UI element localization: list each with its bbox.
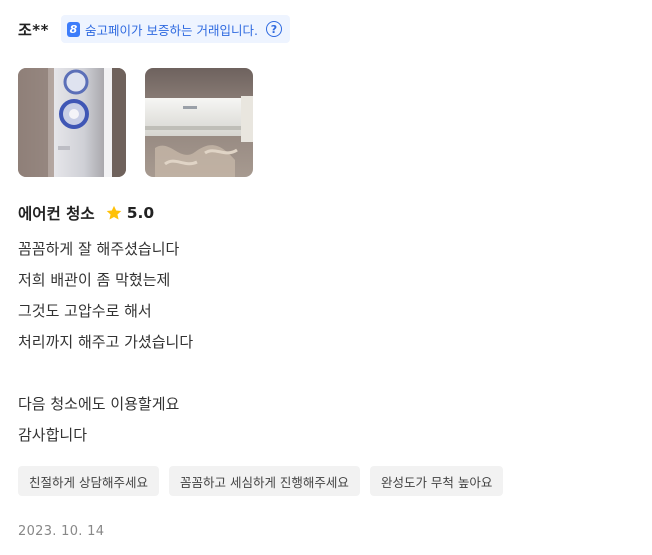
- help-icon[interactable]: ?: [265, 21, 282, 37]
- review-tags: 친절하게 상담해주세요 꼼꼼하고 세심하게 진행해주세요 완성도가 무척 높아요: [18, 466, 504, 496]
- review-line: 꼼꼼하게 잘 해주셨습니다: [18, 240, 180, 258]
- review-line: 감사합니다: [18, 426, 88, 444]
- soomgo-pay-logo-icon: 8: [67, 21, 80, 37]
- service-rating-line: 에어컨 청소 5.0: [18, 201, 154, 225]
- pay-guarantee-text: 숨고페이가 보증하는 거래입니다.: [85, 22, 258, 38]
- review-tag: 완성도가 무척 높아요: [369, 466, 504, 496]
- split-ac-photo-icon: [145, 68, 253, 177]
- review-line: 저희 배관이 좀 막혔는제: [18, 271, 171, 289]
- rating-value: 5.0: [126, 204, 155, 222]
- review-line: 그것도 고압수로 해서: [18, 302, 152, 320]
- review-text: 꼼꼼하게 잘 해주셨습니다 저희 배관이 좀 막혔는제 그것도 고압수로 해서 …: [18, 234, 618, 451]
- review-line: 처리까지 해주고 가셨습니다: [18, 333, 194, 351]
- review-photos: [18, 68, 253, 177]
- wall-ac-photo-icon: [18, 68, 126, 177]
- service-name: 에어컨 청소: [18, 205, 95, 223]
- review-blank-line: [18, 358, 618, 389]
- review-date: 2023. 10. 14: [18, 524, 105, 539]
- review-header: 조** 8 숨고페이가 보증하는 거래입니다. ?: [18, 14, 290, 44]
- review-tag: 꼼꼼하고 세심하게 진행해주세요: [168, 466, 360, 496]
- star-icon: [106, 205, 121, 220]
- pay-guarantee-badge: 8 숨고페이가 보증하는 거래입니다. ?: [61, 15, 290, 43]
- review-tag: 친절하게 상담해주세요: [18, 466, 159, 496]
- reviewer-name: 조**: [18, 20, 49, 39]
- review-photo-2[interactable]: [145, 68, 253, 177]
- review-photo-1[interactable]: [18, 68, 126, 177]
- review-line: 다음 청소에도 이용할게요: [18, 395, 180, 413]
